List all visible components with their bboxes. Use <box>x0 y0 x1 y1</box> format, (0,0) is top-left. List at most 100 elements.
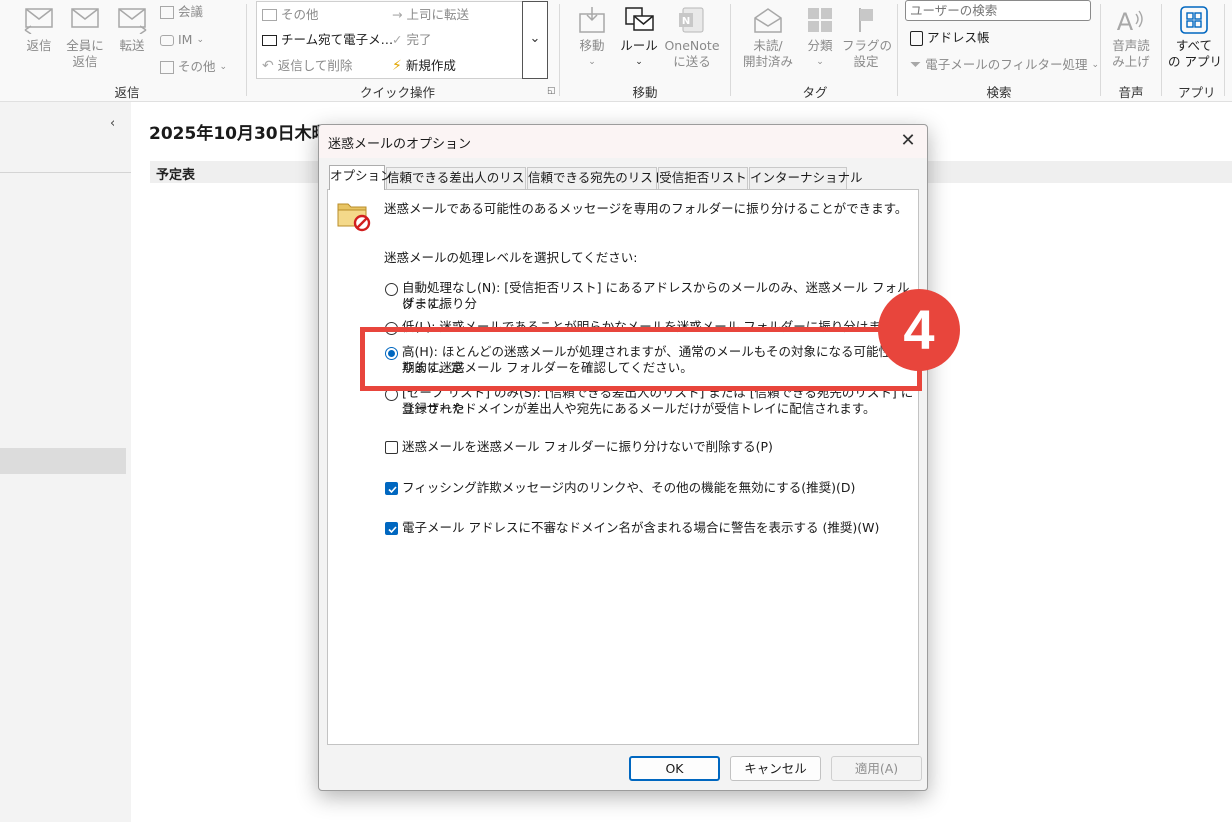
dialog-titlebar: 迷惑メールのオプション ✕ <box>319 125 927 158</box>
chevron-down-icon: ⌄ <box>196 35 205 45</box>
other-reply-button[interactable]: その他 ⌄ <box>160 59 227 75</box>
junk-email-options-dialog: 迷惑メールのオプション ✕ オプション 信頼できる差出人のリスト 信頼できる宛先… <box>318 124 928 791</box>
reply-arrow-icon: ↶ <box>262 58 274 74</box>
checkmark-icon: ✓ <box>392 32 403 47</box>
search-people-input[interactable] <box>905 0 1091 21</box>
chevron-down-icon: ⌄ <box>588 57 596 67</box>
flag-icon <box>859 8 873 32</box>
chat-icon <box>160 34 174 46</box>
search-group-label: 検索 <box>986 85 1012 100</box>
rules-icon <box>625 7 654 31</box>
ribbon-separator <box>1161 4 1162 96</box>
more-icon <box>160 60 174 74</box>
categorize-button[interactable]: 分類 ⌄ <box>800 6 840 70</box>
dialog-title: 迷惑メールのオプション <box>328 137 472 152</box>
pane-divider <box>0 172 131 173</box>
filter-email-button[interactable]: ⏷ 電子メールのフィルター処理 ⌄ <box>910 57 1099 73</box>
agenda-label: 予定表 <box>156 168 196 183</box>
chevron-down-icon: ⌄ <box>635 57 643 67</box>
reply-all-button[interactable]: 全員に 返信 <box>62 6 108 70</box>
quick-step-other[interactable]: その他 <box>262 7 319 23</box>
date-heading: 2025年10月30日木曜日 <box>149 124 346 144</box>
filter-icon: ⏷ <box>910 57 922 73</box>
delete-junk-label: 迷惑メールを迷惑メール フォルダーに振り分けないで削除する(P) <box>402 439 773 454</box>
reply-group-label: 返信 <box>114 85 140 100</box>
tab-safe-recipients[interactable]: 信頼できる宛先のリスト <box>527 167 665 189</box>
navigation-pane: ‹ <box>0 102 131 822</box>
quick-step-done[interactable]: ✓ 完了 <box>392 32 432 48</box>
address-book-button[interactable]: アドレス帳 <box>910 30 990 46</box>
reply-icon <box>24 8 53 34</box>
svg-text:A: A <box>1117 8 1134 34</box>
intro-text: 迷惑メールである可能性のあるメッセージを専用のフォルダーに振り分けることができま… <box>384 201 908 216</box>
rules-button[interactable]: ルール ⌄ <box>618 6 660 70</box>
ribbon: 返信 全員に 返信 転送 会議 IM ⌄ その他 ⌄ 返信 ⌄ その他 チーム宛て電… <box>0 0 1232 101</box>
quick-step-reply-delete[interactable]: ↶ 返信して削除 <box>262 58 352 74</box>
safe-lists-only-label-cont: ユーザーやドメインが差出人や宛先にあるメールだけが受信トレイに配信されます。 <box>402 401 876 416</box>
no-automatic-filtering-label: 自動処理なし(N): [受信拒否リスト] にあるアドレスからのメールのみ、迷惑メ… <box>402 280 910 311</box>
lightning-icon: ⚡ <box>392 58 402 74</box>
unread-read-button[interactable]: 未読/ 開封済み <box>738 6 798 70</box>
step-number-badge: 4 <box>878 289 960 371</box>
cancel-button[interactable]: キャンセル <box>730 756 821 781</box>
ribbon-separator <box>897 4 898 96</box>
tab-options[interactable]: オプション <box>329 165 393 190</box>
dialog-launcher-icon[interactable]: ◱ <box>547 86 556 96</box>
forward-button[interactable]: 転送 <box>112 6 152 54</box>
send-to-onenote-button[interactable]: N OneNote に送る <box>662 6 722 70</box>
delete-junk-checkbox[interactable] <box>385 441 398 454</box>
categorize-icon <box>808 8 832 32</box>
ribbon-separator <box>246 4 247 96</box>
envelope-icon <box>262 9 277 21</box>
read-aloud-icon: A <box>1117 8 1143 34</box>
options-tab-panel: 迷惑メールである可能性のあるメッセージを専用のフォルダーに振り分けることができま… <box>327 189 919 745</box>
reply-button[interactable]: 返信 <box>18 6 60 54</box>
disable-phishing-links-label: フィッシング詐欺メッセージ内のリンクや、その他の機能を無効にする(推奨)(D) <box>402 480 856 495</box>
junk-folder-icon <box>337 203 371 232</box>
chevron-down-icon: ⌄ <box>816 57 824 67</box>
quick-step-team-email[interactable]: チーム宛て電子メ… <box>262 32 393 48</box>
quick-step-create-new[interactable]: ⚡ 新規作成 <box>392 58 456 74</box>
move-group-label: 移動 <box>632 85 658 100</box>
envelope-icon <box>262 34 277 46</box>
chevron-down-icon: ⌄ <box>219 62 228 72</box>
calendar-icon <box>160 5 174 19</box>
meeting-button[interactable]: 会議 <box>160 4 203 20</box>
open-envelope-icon <box>754 8 782 33</box>
level-prompt: 迷惑メールの処理レベルを選択してください: <box>384 250 638 265</box>
speech-group-label: 音声 <box>1118 85 1144 100</box>
arrow-right-icon: → <box>392 7 403 22</box>
im-button[interactable]: IM ⌄ <box>160 32 204 48</box>
ribbon-separator <box>730 4 731 96</box>
follow-up-flag-button[interactable]: フラグの 設定 <box>842 6 892 70</box>
move-folder-icon <box>579 7 605 33</box>
read-aloud-button[interactable]: A 音声読 み上げ <box>1106 6 1156 70</box>
disable-phishing-links-checkbox[interactable] <box>385 482 398 495</box>
tab-blocked-senders[interactable]: 受信拒否リスト <box>658 167 748 189</box>
close-icon[interactable]: ✕ <box>893 127 923 155</box>
ribbon-separator <box>559 4 560 96</box>
suspicious-domain-warning-label: 電子メール アドレスに不審なドメイン名が含まれる場合に警告を表示する (推奨)(… <box>402 520 880 535</box>
no-automatic-filtering-label-cont: けます。 <box>402 296 451 311</box>
apply-button[interactable]: 適用(A) <box>831 756 922 781</box>
step-highlight-box <box>360 327 922 391</box>
quick-step-forward-manager[interactable]: → 上司に転送 <box>392 7 469 23</box>
selected-nav-item[interactable] <box>0 448 126 474</box>
chevron-down-icon: ⌄ <box>1091 60 1100 70</box>
apps-group-label: アプリ <box>1178 85 1216 100</box>
quick-steps-scroll[interactable]: ⌄ <box>522 1 548 79</box>
svg-text:N: N <box>682 16 690 27</box>
suspicious-domain-warning-checkbox[interactable] <box>385 522 398 535</box>
move-button[interactable]: 移動 ⌄ <box>572 6 612 70</box>
collapse-pane-icon[interactable]: ‹ <box>110 116 115 131</box>
ribbon-divider <box>0 101 1232 102</box>
ok-button[interactable]: OK <box>629 756 720 781</box>
tab-safe-senders[interactable]: 信頼できる差出人のリスト <box>386 167 537 189</box>
no-automatic-filtering-radio[interactable] <box>385 283 398 296</box>
tab-international[interactable]: インターナショナル <box>749 167 863 189</box>
quick-steps-group-label: クイック操作 <box>360 85 436 100</box>
all-apps-button[interactable]: すべて の アプリ <box>1168 6 1222 70</box>
address-book-icon <box>910 30 923 46</box>
tags-group-label: タグ <box>802 85 828 100</box>
checkmark-icon <box>388 526 397 534</box>
